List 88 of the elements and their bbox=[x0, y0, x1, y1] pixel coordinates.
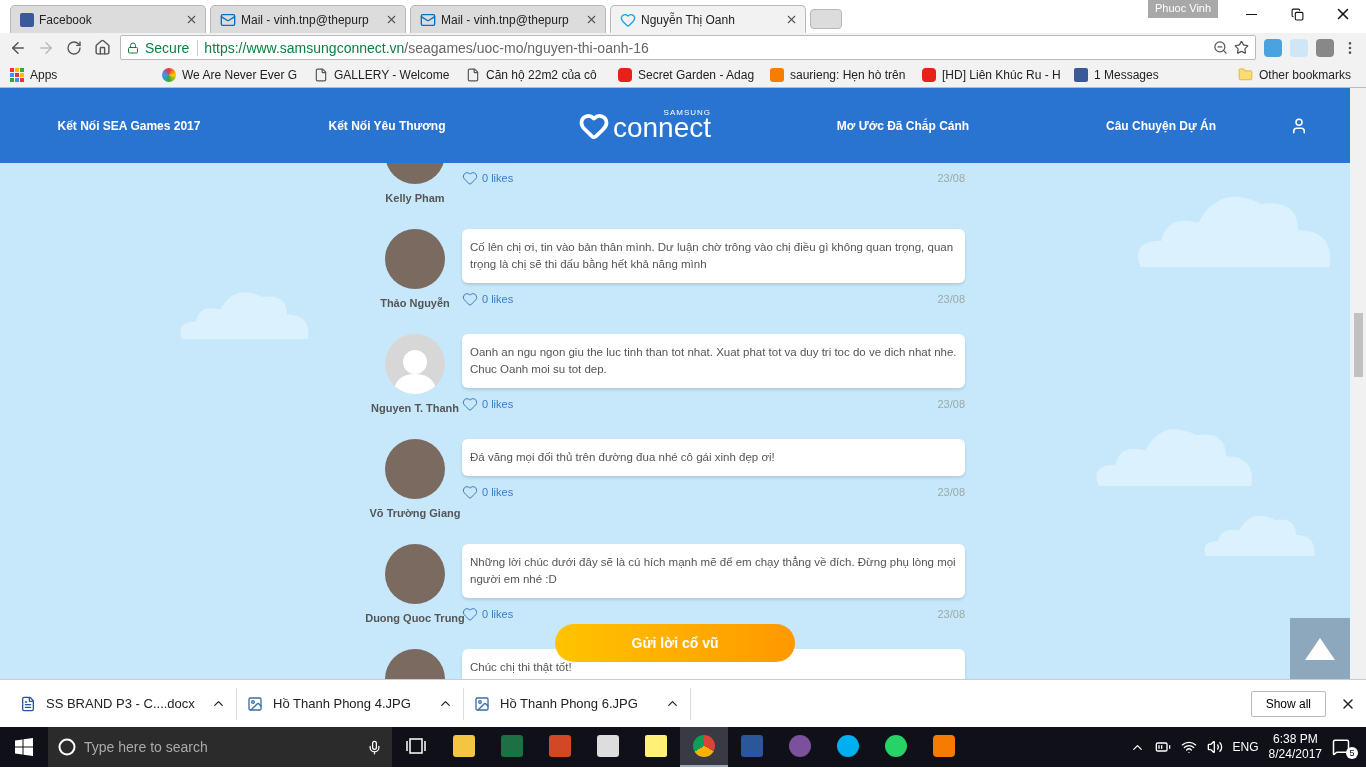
up-triangle-icon bbox=[1305, 637, 1335, 660]
browser-tab[interactable]: Nguyễn Thị Oanh bbox=[610, 5, 806, 33]
apps-grid-icon bbox=[10, 67, 24, 82]
scrollbar[interactable] bbox=[1350, 88, 1366, 679]
image-file-icon bbox=[474, 695, 490, 712]
bookmark-label: saurieng: Hẹn hò trên bbox=[790, 67, 906, 82]
search-field[interactable]: Type here to search bbox=[48, 727, 392, 767]
page-icon bbox=[314, 67, 328, 82]
comment-bubble: Cố lên chị ơi, tin vào bản thân mình. Dư luận chờ trông vào chị điều gì không quan trọng, quan trọng là chị sẽ thi đấu bằng hết khả năng mình bbox=[462, 229, 965, 283]
volume-icon[interactable] bbox=[1206, 739, 1223, 755]
commenter-name: Nguyen T. Thanh bbox=[371, 402, 459, 414]
heart-icon[interactable] bbox=[462, 606, 478, 622]
bookmark-item[interactable]: Apps bbox=[10, 67, 150, 82]
microphone-icon[interactable] bbox=[367, 739, 382, 755]
bookmark-item[interactable]: Other bookmarks bbox=[1238, 67, 1366, 82]
mail-icon bbox=[220, 11, 236, 28]
download-item[interactable]: Hồ Thanh Phong 4.JPG bbox=[237, 687, 464, 720]
page-icon bbox=[466, 67, 480, 82]
colorful-circle-icon bbox=[162, 67, 176, 82]
url-text: https://www.samsungconnect.vn/seagames/uoc-mo/nguyen-thi-oanh-16 bbox=[204, 39, 650, 56]
bookmark-label: Căn hộ 22m2 của cô bbox=[486, 67, 597, 82]
nav-link[interactable]: Câu Chuyện Dự Án bbox=[1106, 118, 1216, 133]
commenter-name: Kelly Pham bbox=[385, 192, 445, 204]
language-indicator[interactable]: ENG bbox=[1232, 740, 1259, 754]
comment-date: 23/08 bbox=[937, 172, 965, 184]
image-file-icon bbox=[247, 695, 263, 712]
avatar-photo-placeholder bbox=[385, 439, 445, 499]
user-icon[interactable] bbox=[1290, 116, 1308, 135]
bookmark-item[interactable]: Căn hộ 22m2 của cô bbox=[466, 67, 606, 82]
comment-bubble: Những lời chúc dưới đây sẽ là cú hích mạnh mẽ để em chạy thẳng về đích. Đừng phụ lòng mọi người em nhé :D bbox=[462, 544, 965, 598]
home-button[interactable] bbox=[92, 37, 112, 58]
comment-date: 23/08 bbox=[937, 486, 965, 498]
close-icon[interactable] bbox=[785, 13, 798, 26]
browser-tab[interactable]: Facebook bbox=[10, 5, 206, 33]
taskbar-app[interactable] bbox=[680, 727, 728, 767]
sticky-note-icon bbox=[645, 735, 667, 757]
nav-link[interactable]: Kết Nối SEA Games 2017 bbox=[57, 118, 201, 133]
nav-link[interactable]: Kết Nối Yêu Thương bbox=[328, 118, 446, 133]
likes-count[interactable]: 0 likes bbox=[482, 608, 514, 620]
bookmark-label: 1 Messages bbox=[1094, 67, 1159, 82]
bookmark-item[interactable]: saurieng: Hẹn hò trên bbox=[770, 67, 910, 82]
avatar-photo-placeholder bbox=[385, 544, 445, 604]
extension-icon[interactable] bbox=[1316, 38, 1334, 57]
comment-date: 23/08 bbox=[937, 608, 965, 620]
mail-icon bbox=[420, 11, 436, 28]
likes-count[interactable]: 0 likes bbox=[482, 486, 514, 498]
bookmark-label: Other bookmarks bbox=[1259, 67, 1352, 82]
bookmark-item[interactable]: We Are Never Ever G bbox=[162, 67, 302, 82]
windows-logo-icon bbox=[15, 738, 33, 756]
browser-tab[interactable]: Mail - vinh.tnp@thepurp bbox=[210, 5, 406, 33]
default-avatar bbox=[385, 334, 445, 394]
lock-icon bbox=[127, 41, 139, 54]
secure-label: Secure bbox=[145, 39, 199, 56]
bookmark-label: GALLERY - Welcome bbox=[334, 67, 450, 82]
bookmark-item[interactable]: GALLERY - Welcome bbox=[314, 67, 454, 82]
heart-icon bbox=[620, 11, 636, 28]
bookmark-star-icon[interactable] bbox=[1234, 40, 1249, 55]
commenter-name: Thảo Nguyễn bbox=[380, 297, 450, 309]
likes-count[interactable]: 0 likes bbox=[482, 172, 514, 184]
document-icon bbox=[20, 695, 36, 712]
browser-tab[interactable]: Mail - vinh.tnp@thepurp bbox=[410, 5, 606, 33]
clock[interactable]: 6:38 PM 8/24/2017 bbox=[1268, 732, 1322, 762]
bookmark-item[interactable]: 1 Messages bbox=[1074, 67, 1214, 82]
task-view-icon bbox=[406, 738, 426, 754]
bookmark-label: We Are Never Ever G bbox=[182, 67, 298, 82]
minimize-icon bbox=[1245, 13, 1257, 15]
nav-link[interactable]: Mơ Ước Đã Chắp Cánh bbox=[836, 118, 970, 133]
comment-date: 23/08 bbox=[937, 293, 965, 305]
battery-icon[interactable] bbox=[1154, 739, 1171, 755]
bookmark-item[interactable]: Secret Garden - Adag bbox=[618, 67, 758, 82]
download-item[interactable]: SS BRAND P3 - C....docx bbox=[10, 687, 237, 720]
download-item[interactable]: Hồ Thanh Phong 6.JPG bbox=[464, 687, 691, 720]
likes-count[interactable]: 0 likes bbox=[482, 398, 514, 410]
search-icon bbox=[58, 738, 76, 756]
wifi-icon[interactable] bbox=[1180, 739, 1197, 755]
comment-date: 23/08 bbox=[937, 398, 965, 410]
avatar-photo-placeholder bbox=[385, 229, 445, 289]
bookmark-label: Secret Garden - Adag bbox=[638, 67, 755, 82]
zoom-out-icon[interactable] bbox=[1213, 40, 1228, 55]
restore-icon bbox=[1290, 7, 1304, 21]
show-all-button[interactable]: Show all bbox=[1250, 690, 1326, 717]
commenter-name: Duong Quoc Trung bbox=[365, 612, 465, 624]
bookmark-label: Apps bbox=[30, 67, 58, 82]
address-bar[interactable]: Secure https://www.samsungconnect.vn/seagames/uoc-mo/nguyen-thi-oanh-16 bbox=[120, 35, 1256, 60]
comment-bubble: Đá văng mọi đối thủ trên đường đua nhé cô gái xinh đẹp ơi! bbox=[462, 439, 965, 476]
commenter-name: Võ Trường Giang bbox=[369, 507, 461, 519]
comment-bubble: Oanh an ngu ngon giu the luc tinh than tot nhat. Xuat phat tot va duy tri toc do ve dich nhat nhe. Chuc Oanh moi su tot dep. bbox=[462, 334, 965, 388]
likes-count[interactable]: 0 likes bbox=[482, 293, 514, 305]
